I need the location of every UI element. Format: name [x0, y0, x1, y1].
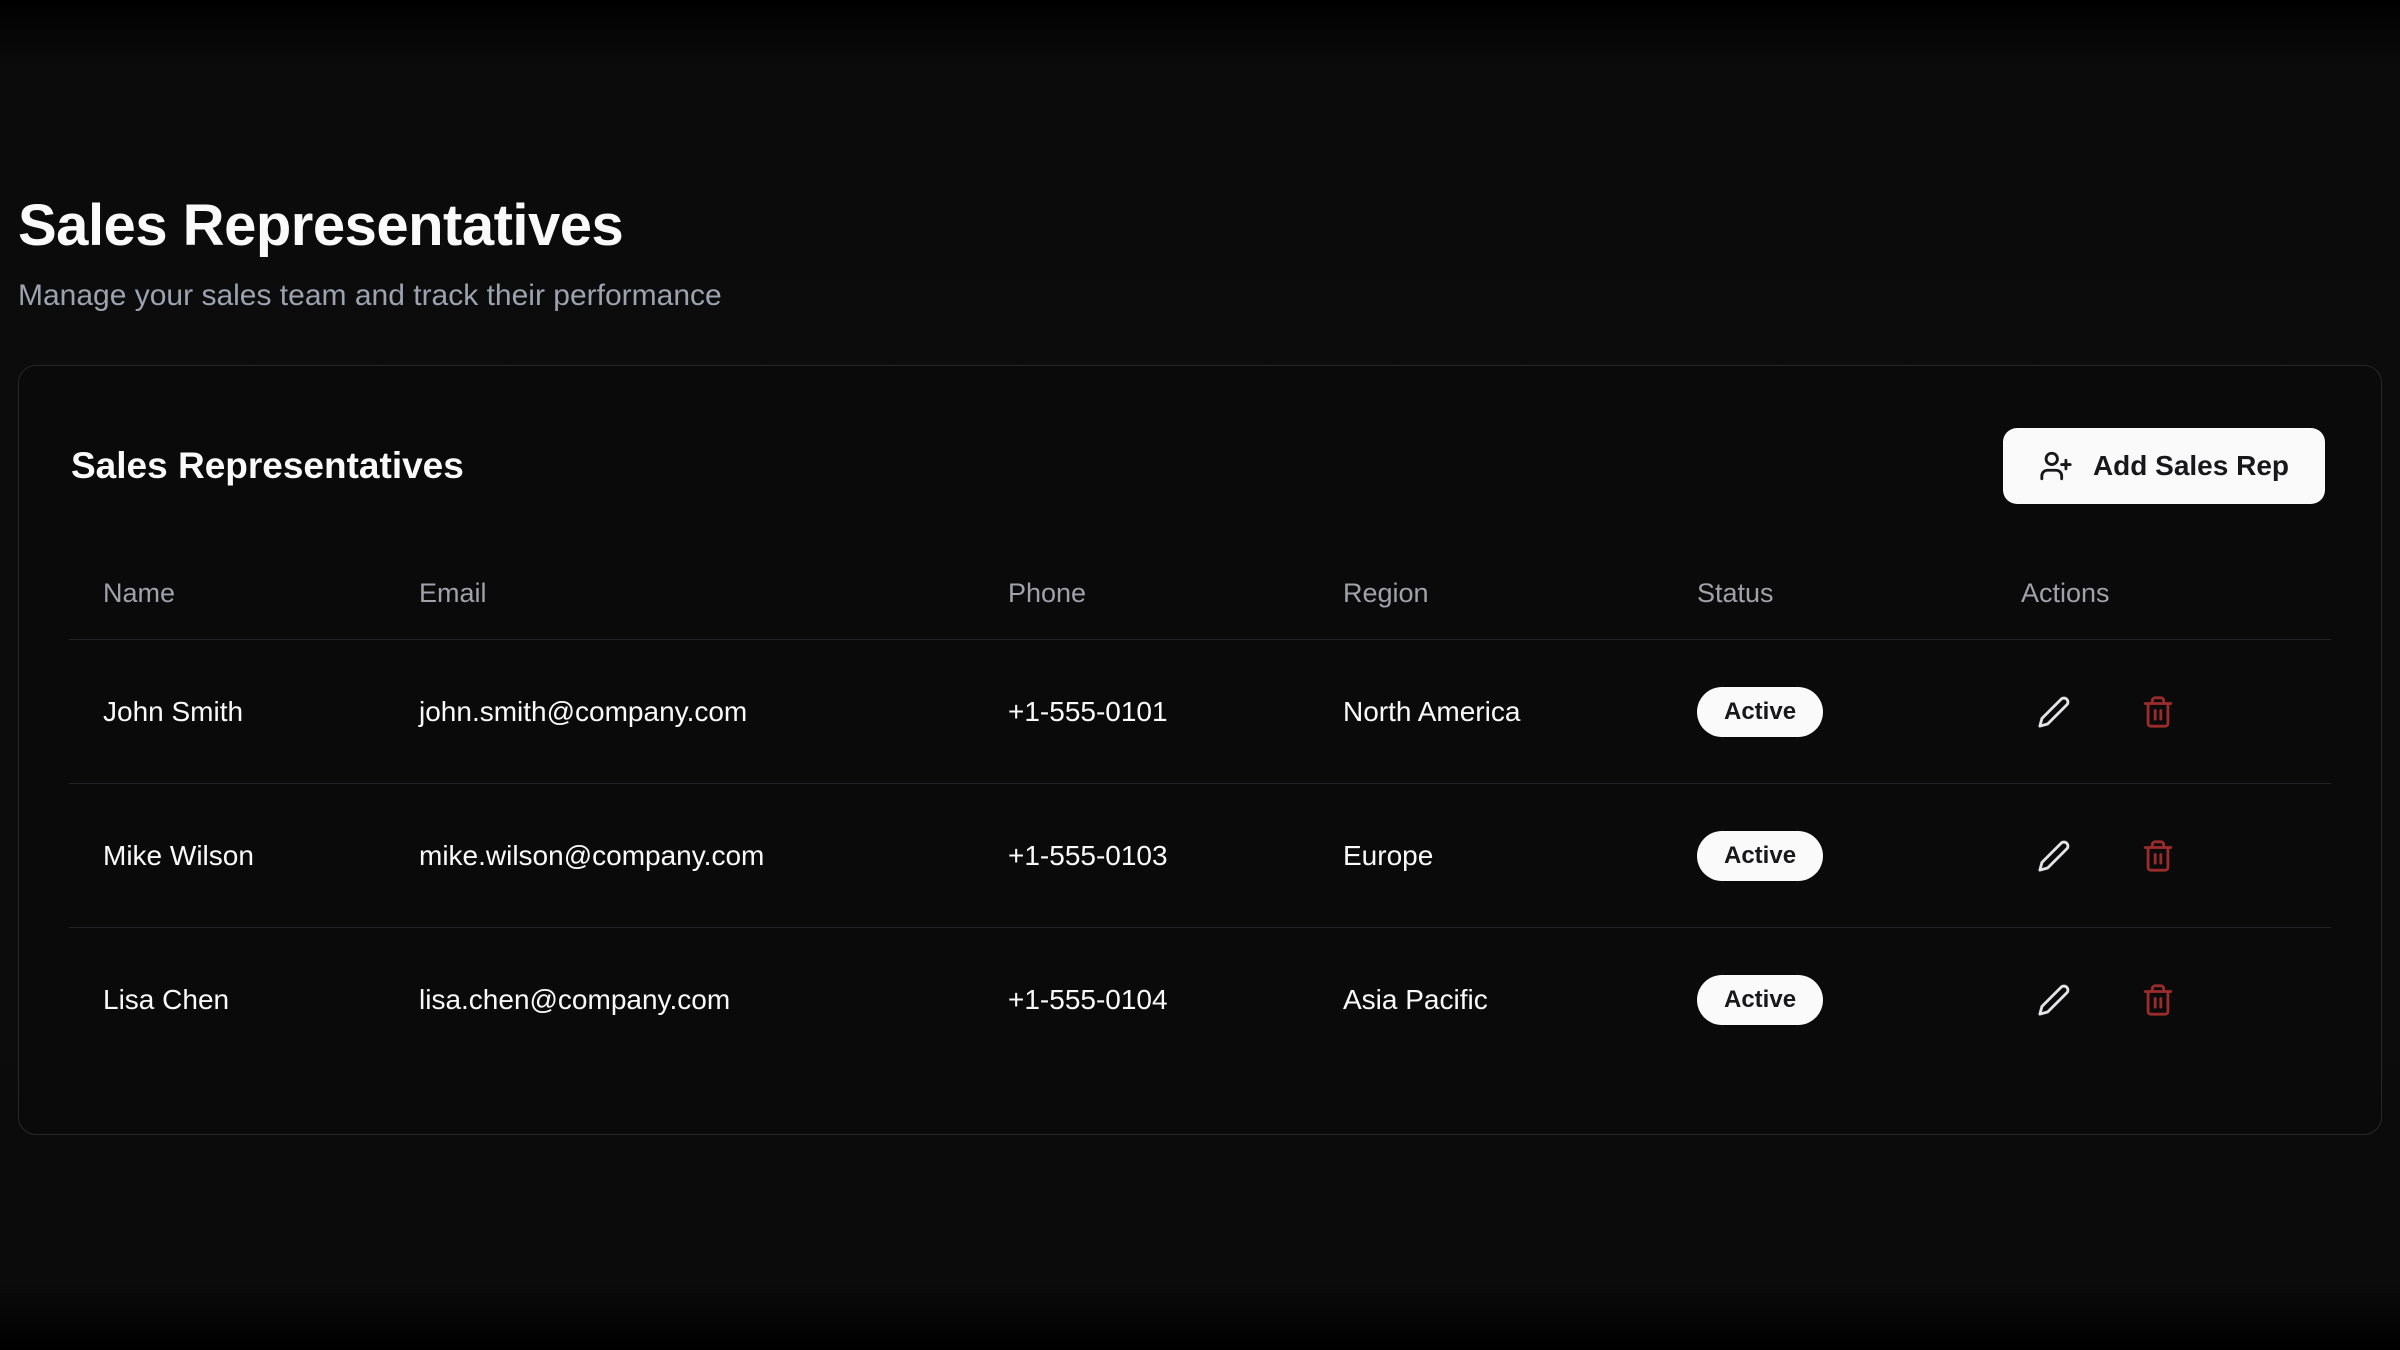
- cell-status: Active: [1663, 640, 1987, 784]
- cell-name: John Smith: [69, 640, 385, 784]
- cell-region: North America: [1309, 640, 1663, 784]
- table-row: Mike Wilson mike.wilson@company.com +1-5…: [69, 784, 2331, 928]
- table-header-row: Name Email Phone Region Status Actions: [69, 552, 2331, 640]
- cell-email: mike.wilson@company.com: [385, 784, 974, 928]
- cell-email: john.smith@company.com: [385, 640, 974, 784]
- page-title: Sales Representatives: [18, 192, 2382, 259]
- sales-reps-card: Sales Representatives Add Sales Rep: [18, 365, 2382, 1135]
- edit-button[interactable]: [2031, 833, 2077, 879]
- trash-icon: [2141, 839, 2175, 873]
- delete-button[interactable]: [2135, 977, 2181, 1023]
- cell-name: Mike Wilson: [69, 784, 385, 928]
- status-badge: Active: [1697, 687, 1823, 737]
- cell-actions: [1987, 928, 2331, 1072]
- trash-icon: [2141, 983, 2175, 1017]
- edit-button[interactable]: [2031, 689, 2077, 735]
- column-header-email: Email: [385, 552, 974, 640]
- column-header-name: Name: [69, 552, 385, 640]
- cell-name: Lisa Chen: [69, 928, 385, 1072]
- user-plus-icon: [2039, 449, 2073, 483]
- pencil-icon: [2037, 983, 2071, 1017]
- add-sales-rep-button[interactable]: Add Sales Rep: [2003, 428, 2325, 504]
- page-subtitle: Manage your sales team and track their p…: [18, 279, 2382, 313]
- cell-status: Active: [1663, 784, 1987, 928]
- cell-status: Active: [1663, 928, 1987, 1072]
- cell-region: Europe: [1309, 784, 1663, 928]
- cell-phone: +1-555-0101: [974, 640, 1309, 784]
- sales-reps-table: Name Email Phone Region Status Actions J…: [69, 552, 2331, 1072]
- card-header: Sales Representatives Add Sales Rep: [19, 366, 2381, 504]
- table-wrap: Name Email Phone Region Status Actions J…: [19, 504, 2381, 1072]
- table-row: Lisa Chen lisa.chen@company.com +1-555-0…: [69, 928, 2331, 1072]
- cell-phone: +1-555-0103: [974, 784, 1309, 928]
- delete-button[interactable]: [2135, 833, 2181, 879]
- screen: Sales Representatives Manage your sales …: [0, 0, 2400, 1350]
- add-sales-rep-label: Add Sales Rep: [2093, 450, 2289, 482]
- cell-region: Asia Pacific: [1309, 928, 1663, 1072]
- pencil-icon: [2037, 695, 2071, 729]
- trash-icon: [2141, 695, 2175, 729]
- pencil-icon: [2037, 839, 2071, 873]
- edit-button[interactable]: [2031, 977, 2077, 1023]
- delete-button[interactable]: [2135, 689, 2181, 735]
- table-row: John Smith john.smith@company.com +1-555…: [69, 640, 2331, 784]
- status-badge: Active: [1697, 831, 1823, 881]
- page-header: Sales Representatives Manage your sales …: [0, 0, 2400, 313]
- cell-phone: +1-555-0104: [974, 928, 1309, 1072]
- column-header-phone: Phone: [974, 552, 1309, 640]
- card-title: Sales Representatives: [71, 445, 464, 487]
- column-header-status: Status: [1663, 552, 1987, 640]
- cell-actions: [1987, 784, 2331, 928]
- cell-email: lisa.chen@company.com: [385, 928, 974, 1072]
- column-header-region: Region: [1309, 552, 1663, 640]
- column-header-actions: Actions: [1987, 552, 2331, 640]
- cell-actions: [1987, 640, 2331, 784]
- status-badge: Active: [1697, 975, 1823, 1025]
